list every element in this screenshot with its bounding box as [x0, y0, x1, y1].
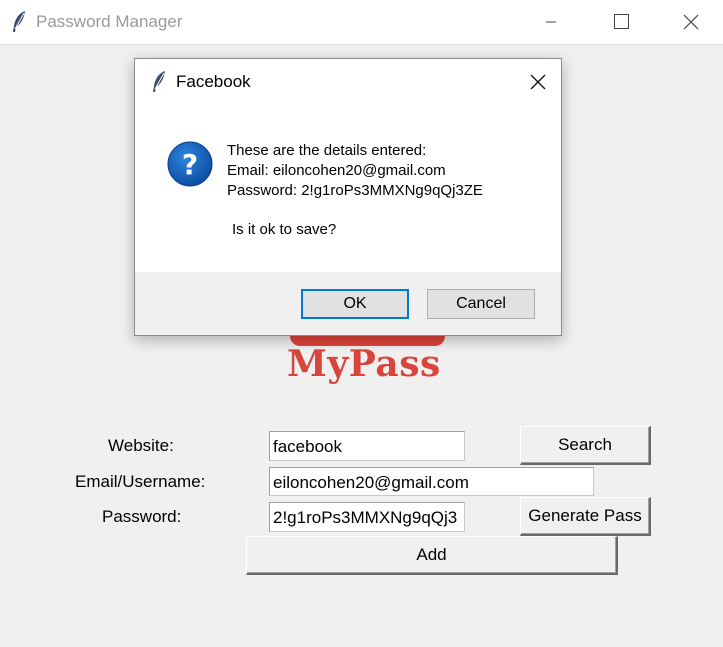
dialog-message-line-1: These are the details entered: [227, 142, 427, 159]
website-label: Website: [108, 436, 174, 455]
window-titlebar: Password Manager [0, 0, 723, 45]
website-input[interactable]: facebook [269, 431, 465, 461]
window-title: Password Manager [36, 12, 183, 31]
question-icon: ? [167, 141, 213, 187]
minimize-button[interactable] [528, 0, 574, 44]
dialog-footer: OK Cancel [135, 272, 561, 335]
password-label: Password: [102, 507, 182, 526]
email-label: Email/Username: [75, 472, 206, 491]
dialog-message-line-2: Email: eiloncohen20@gmail.com [227, 162, 446, 179]
svg-text:?: ? [182, 148, 198, 181]
feather-icon [150, 70, 168, 94]
password-input[interactable]: 2!g1roPs3MMXNg9qQj3 [269, 502, 465, 532]
email-input[interactable]: eiloncohen20@gmail.com [269, 467, 594, 496]
add-button[interactable]: Add [246, 536, 618, 575]
confirm-dialog: Facebook ? These are the details entered… [134, 58, 562, 336]
dialog-message-line-3: Password: 2!g1roPs3MMXNg9qQj3ZE [227, 182, 483, 199]
feather-icon [10, 10, 28, 34]
logo-text: MyPass [287, 343, 441, 385]
maximize-button[interactable] [598, 0, 644, 44]
dialog-question: Is it ok to save? [232, 221, 337, 238]
search-button[interactable]: Search [520, 426, 651, 465]
generate-pass-button[interactable]: Generate Pass [520, 497, 651, 536]
cancel-button[interactable]: Cancel [427, 289, 535, 319]
dialog-title: Facebook [176, 72, 251, 91]
ok-button[interactable]: OK [301, 289, 409, 319]
dialog-close-button[interactable] [515, 59, 561, 105]
close-button[interactable] [668, 0, 714, 44]
